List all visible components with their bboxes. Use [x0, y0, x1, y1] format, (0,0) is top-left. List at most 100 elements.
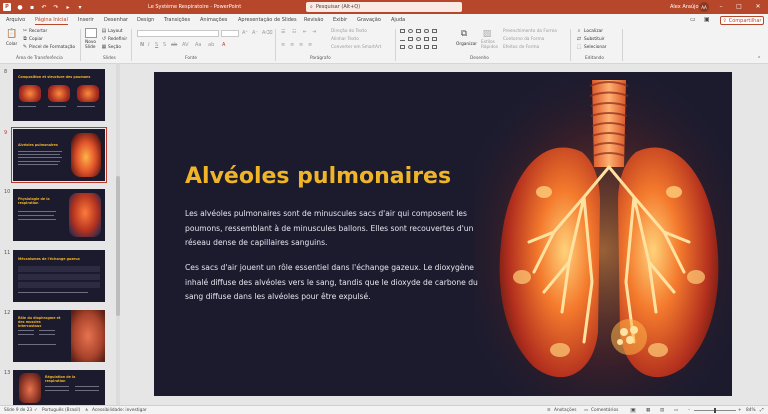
tab-transicoes[interactable]: Transições [164, 17, 190, 23]
spacing-icon[interactable]: AV [182, 42, 189, 48]
copy-button[interactable]: Copiar [29, 37, 43, 42]
section-icon[interactable]: ▦ [101, 44, 107, 50]
cut-button[interactable]: Recortar [29, 29, 47, 34]
tab-pagina-inicial[interactable]: Página Inicial [35, 17, 68, 25]
align-text-button[interactable]: Alinhar Texto [331, 37, 359, 42]
current-slide[interactable]: Alvéoles pulmonaires Les alvéoles pulmon… [154, 72, 732, 396]
slide-sorter-icon[interactable]: ▦ [646, 408, 650, 413]
reading-view-icon[interactable]: ▤ [660, 408, 664, 413]
tab-desenhar[interactable]: Desenhar [104, 17, 128, 23]
format-painter-icon[interactable]: ✎ [22, 44, 28, 50]
slide-paragraph-1[interactable]: Les alvéoles pulmonaires sont de minuscu… [185, 207, 485, 251]
fit-to-window-icon[interactable]: ⤢ [760, 408, 763, 413]
shape-line-icon[interactable] [400, 37, 405, 41]
share-button[interactable]: ⇪ Compartilhar [720, 16, 764, 25]
new-slide-icon[interactable] [85, 28, 97, 38]
present-icon[interactable]: ▸ [64, 3, 72, 11]
autosave-icon[interactable]: ● [16, 3, 24, 11]
increase-indent-icon[interactable]: ⇥ [312, 29, 316, 35]
search-box[interactable]: ⌕ Pesquisar (Alt+Q) [306, 2, 462, 12]
new-slide-button[interactable]: Novo Slide [85, 40, 96, 50]
shape-triangle-icon[interactable] [424, 37, 429, 41]
find-icon[interactable]: ⌕ [576, 28, 582, 34]
shape-smile-icon[interactable] [408, 45, 413, 49]
replace-button[interactable]: Substituir [584, 37, 605, 42]
find-button[interactable]: Localizar [584, 29, 603, 34]
change-case-icon[interactable]: Aa [195, 42, 201, 48]
tab-gravacao[interactable]: Gravação [357, 17, 381, 23]
align-center-icon[interactable]: ≡ [290, 42, 294, 48]
reset-button[interactable]: Redefinir [108, 37, 127, 42]
quick-styles-icon[interactable]: ▨ [481, 28, 493, 40]
shape-circle-icon[interactable] [416, 37, 421, 41]
shape-more-icon[interactable] [432, 45, 437, 49]
save-icon[interactable]: ▪ [28, 3, 36, 11]
convert-smartart-button[interactable]: Converter em SmartArt [331, 45, 381, 50]
shape-fill-button[interactable]: Preenchimento da Forma [503, 29, 557, 34]
language-status[interactable]: Português (Brasil) [42, 408, 80, 413]
layout-button[interactable]: Layout [108, 29, 123, 34]
tab-exibir[interactable]: Exibir [333, 17, 347, 23]
slide-thumbnail-8[interactable]: Composition et structure des poumons [13, 69, 105, 121]
layout-icon[interactable]: ▤ [101, 28, 107, 34]
close-button[interactable]: ✕ [751, 2, 765, 12]
collapse-ribbon-icon[interactable]: ⌃ [757, 56, 761, 62]
slide-paragraph-2[interactable]: Ces sacs d'air jouent un rôle essentiel … [185, 261, 485, 305]
shape-square-icon[interactable] [432, 29, 437, 33]
zoom-level[interactable]: 84% [746, 408, 756, 413]
align-left-icon[interactable]: ≡ [281, 42, 285, 48]
accessibility-status[interactable]: Acessibilidade: investigar [92, 408, 147, 413]
clear-format-icon[interactable]: A⌫ [262, 30, 273, 36]
italic-icon[interactable]: I [148, 42, 149, 48]
format-painter-button[interactable]: Pincel de Formatação [29, 45, 75, 50]
copy-icon[interactable]: ⧉ [22, 36, 28, 42]
font-name-dropdown[interactable] [137, 30, 219, 37]
comments-status-icon[interactable]: ▭ [584, 408, 588, 413]
bold-icon[interactable]: N [140, 42, 144, 48]
slide-thumbnail-11[interactable]: Mécanismes de l'échange gazeux [13, 250, 105, 302]
font-shrink-icon[interactable]: A⁻ [252, 30, 258, 36]
numbering-icon[interactable]: ☷ [292, 29, 296, 35]
user-name[interactable]: Alex Araújo [670, 4, 699, 10]
shape-arrow-icon[interactable] [408, 37, 413, 41]
zoom-in-icon[interactable]: + [738, 408, 742, 413]
paste-icon[interactable]: 📋 [6, 28, 18, 40]
replace-icon[interactable]: ⇄ [576, 36, 582, 42]
slide-thumbnail-12[interactable]: Rôle du diaphragme et des muscles interc… [13, 310, 105, 362]
font-color-icon[interactable]: A [222, 42, 225, 48]
font-grow-icon[interactable]: A⁺ [242, 30, 248, 36]
zoom-out-icon[interactable]: – [688, 408, 690, 413]
tab-ajuda[interactable]: Ajuda [391, 17, 405, 23]
reset-icon[interactable]: ↺ [101, 36, 107, 42]
text-direction-button[interactable]: Direção do Texto [331, 29, 367, 34]
shape-effects-button[interactable]: Efeitos de Forma [503, 45, 539, 50]
normal-view-icon[interactable]: ▣ [630, 408, 637, 413]
minimize-button[interactable]: – [714, 2, 728, 12]
decrease-indent-icon[interactable]: ⇤ [303, 29, 307, 35]
avatar[interactable]: AA [699, 2, 709, 12]
paste-button[interactable]: Colar [6, 42, 17, 47]
slide-thumbnail-9[interactable]: Alvéoles pulmonaires [11, 127, 107, 183]
tab-design[interactable]: Design [137, 17, 154, 23]
customize-qat-icon[interactable]: ▾ [76, 3, 84, 11]
shape-rectangle-icon[interactable] [400, 29, 405, 33]
spelling-icon[interactable]: ✓ [34, 408, 38, 413]
maximize-button[interactable]: □ [732, 2, 746, 12]
undo-icon[interactable]: ↶ [40, 3, 48, 11]
slide-title[interactable]: Alvéoles pulmonaires [185, 164, 451, 189]
arrange-icon[interactable]: ⧉ [458, 28, 470, 40]
arrange-button[interactable]: Organizar [456, 42, 477, 47]
select-button[interactable]: Selecionar [584, 45, 607, 50]
notes-button[interactable]: Anotações [554, 408, 576, 413]
strikethrough-icon[interactable]: ab [171, 42, 177, 48]
accessibility-icon[interactable]: ♿ [85, 408, 89, 413]
tab-animacoes[interactable]: Animações [200, 17, 227, 23]
shape-pentagon-icon[interactable] [424, 45, 429, 49]
section-button[interactable]: Seção [108, 45, 121, 50]
slide-thumbnail-13[interactable]: Régulation de la respiration [13, 370, 105, 405]
justify-icon[interactable]: ≡ [308, 42, 312, 48]
tab-apresentacao[interactable]: Apresentação de Slides [238, 17, 297, 23]
underline-icon[interactable]: S [155, 42, 158, 48]
tab-inserir[interactable]: Inserir [78, 17, 94, 23]
bullets-icon[interactable]: ☰ [281, 29, 285, 35]
